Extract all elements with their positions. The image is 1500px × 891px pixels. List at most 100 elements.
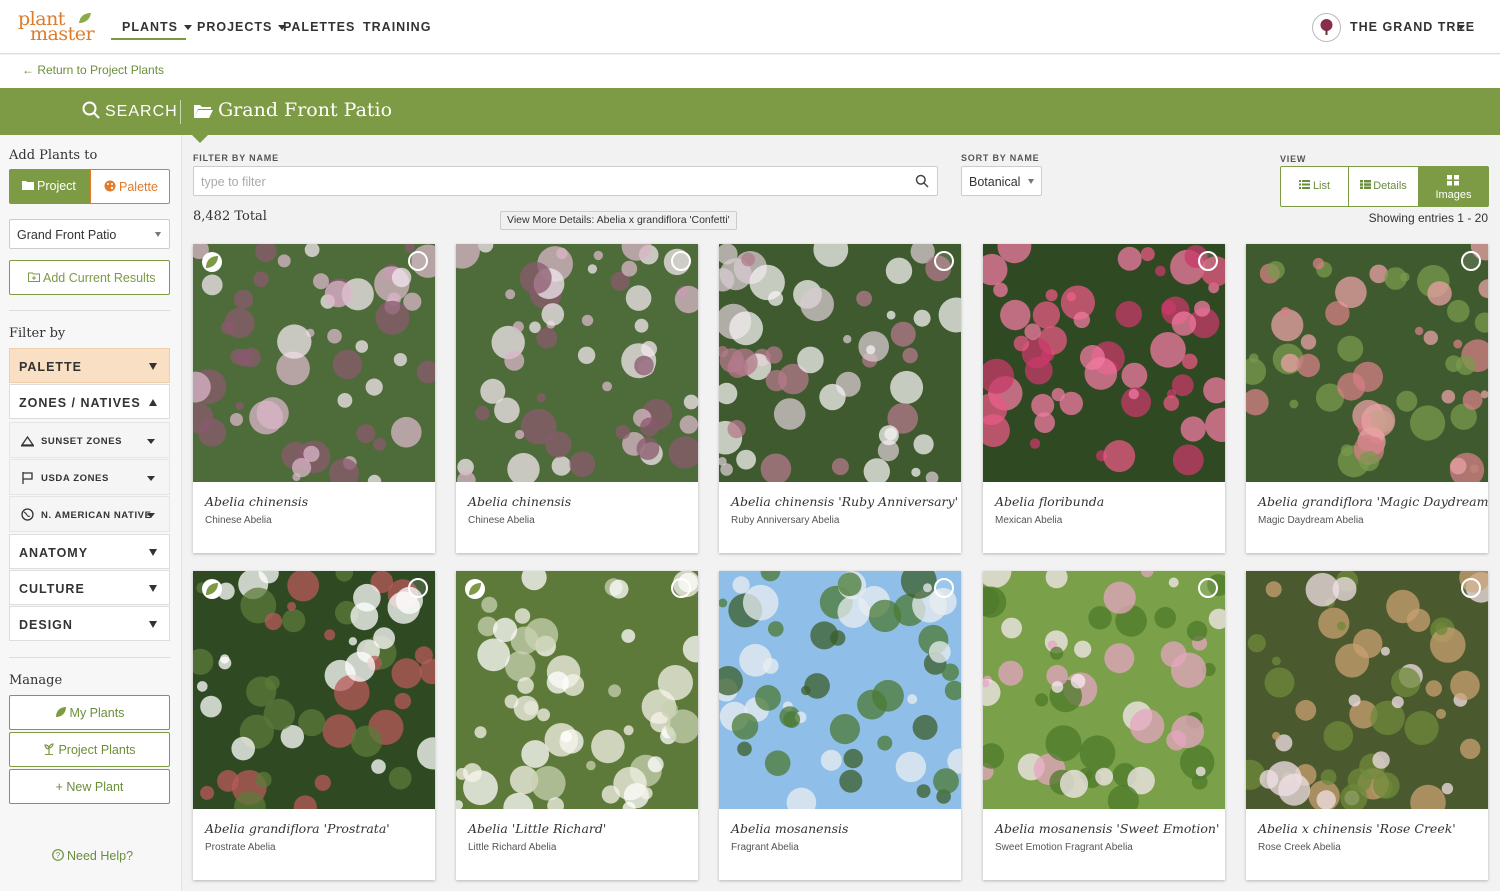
plant-common-name: Chinese Abelia [468,515,535,526]
avatar [1312,13,1341,42]
filter-culture[interactable]: CULTURE [9,570,170,605]
add-current-results-button[interactable]: Add Current Results [9,260,170,295]
select-checkbox[interactable] [1198,251,1218,271]
view-label: VIEW [1280,154,1307,164]
select-checkbox[interactable] [934,578,954,598]
entries-count: Showing entries 1 - 20 [1368,211,1488,225]
plant-card[interactable]: Abelia mosanensis 'Sweet Emotion' Sweet E… [983,571,1225,880]
sort-select[interactable]: Botanical [961,166,1042,196]
plant-botanical-name: Abelia x chinensis 'Rose Creek' [1258,821,1456,836]
nav-palettes[interactable]: PALETTES [283,20,355,34]
tree-logo-icon [1320,19,1333,35]
nav-palettes-label: PALETTES [283,20,356,34]
usda-zones-label: USDA ZONES [41,473,109,484]
plant-photo[interactable] [456,244,698,482]
add-to-palette-button[interactable]: Palette [90,169,170,204]
filter-design-label: DESIGN [19,618,73,632]
view-details-button[interactable]: Details [1349,167,1419,206]
my-plants-button[interactable]: My Plants [9,695,170,730]
plant-common-name: Chinese Abelia [205,515,272,526]
plant-photo[interactable] [719,571,961,809]
return-to-project-plants-link[interactable]: ← Return to Project Plants [22,63,164,77]
plant-card[interactable]: Abelia chinensis 'Ruby Anniversary' Ruby … [719,244,961,553]
plant-common-name: Fragrant Abelia [731,842,799,853]
filter-by-name-input[interactable]: type to filter [193,166,938,196]
select-checkbox[interactable] [408,578,428,598]
select-checkbox[interactable] [671,578,691,598]
filter-anatomy[interactable]: ANATOMY [9,534,170,569]
select-caret-icon [1028,179,1034,184]
plant-photo[interactable] [193,244,435,482]
plant-photo[interactable] [983,571,1225,809]
plantmaster-logo[interactable]: plant master [18,10,98,46]
plant-card[interactable]: Abelia grandiflora 'Prostrata' Prostrate … [193,571,435,880]
plant-botanical-name: Abelia floribunda [995,494,1105,509]
return-bar: ← Return to Project Plants [0,55,1500,88]
chevron-down-icon [147,439,155,444]
add-to-project-button[interactable]: Project [9,169,90,204]
project-plants-button[interactable]: Project Plants [9,732,170,767]
native-leaf-icon [202,252,222,272]
project-btn-label: Project [37,179,76,193]
search-icon[interactable] [915,174,929,188]
sidebar-divider [9,310,170,311]
plant-botanical-name: Abelia grandiflora 'Prostrata' [205,821,390,836]
filter-culture-label: CULTURE [19,582,85,596]
svg-text:?: ? [56,851,61,860]
new-plant-button[interactable]: + New Plant [9,769,170,804]
plant-card[interactable]: Abelia floribunda Mexican Abelia [983,244,1225,553]
plant-card[interactable]: Abelia x chinensis 'Rose Creek' Rose Cree… [1246,571,1488,880]
select-checkbox[interactable] [1461,578,1481,598]
folder-icon [22,181,34,190]
triangle-down-icon [149,363,157,370]
select-checkbox[interactable] [934,251,954,271]
view-list-button[interactable]: List [1281,167,1349,206]
plant-card[interactable]: Abelia grandiflora 'Magic Daydream' Magic… [1246,244,1488,553]
plant-card[interactable]: Abelia chinensis Chinese Abelia [193,244,435,553]
globe-icon [21,508,34,521]
search-button[interactable]: SEARCH [82,101,178,121]
plant-photo[interactable] [719,244,961,482]
filter-design[interactable]: DESIGN [9,606,170,641]
triangle-down-icon [149,585,157,592]
need-help-label: Need Help? [67,849,134,863]
plant-photo[interactable] [1246,244,1488,482]
search-icon [82,101,100,119]
filter-usda-zones[interactable]: USDA ZONES [9,459,170,495]
native-leaf-icon [202,579,222,599]
plant-card[interactable]: Abelia chinensis Chinese Abelia [456,244,698,553]
filter-sunset-zones[interactable]: SUNSET ZONES [9,422,170,458]
project-select[interactable]: Grand Front Patio [9,219,170,249]
filter-zones-natives[interactable]: ZONES / NATIVES [9,384,170,419]
select-checkbox[interactable] [671,251,691,271]
plant-photo[interactable] [1246,571,1488,809]
plant-card[interactable]: Abelia mosanensis Fragrant Abelia [719,571,961,880]
nav-training[interactable]: TRAINING [363,20,431,34]
plant-common-name: Magic Daydream Abelia [1258,515,1364,526]
grid-icon [1447,175,1459,186]
filter-anatomy-label: ANATOMY [19,546,89,560]
logo-text-master: master [30,23,95,45]
plant-photo[interactable] [193,571,435,809]
plant-photo[interactable] [983,244,1225,482]
plant-card[interactable]: Abelia 'Little Richard' Little Richard Ab… [456,571,698,880]
need-help-link[interactable]: ? Need Help? [52,849,133,863]
filter-n-american-native[interactable]: N. AMERICAN NATIVE [9,496,170,532]
filter-palette[interactable]: PALETTE [9,348,170,383]
view-images-button[interactable]: Images [1419,167,1488,206]
plant-botanical-name: Abelia 'Little Richard' [468,821,607,836]
question-circle-icon: ? [52,849,64,861]
select-checkbox[interactable] [1198,578,1218,598]
th-list-icon [1360,180,1372,189]
nav-active-underline [111,38,186,40]
flag-icon [22,472,33,484]
select-checkbox[interactable] [408,251,428,271]
nav-plants[interactable]: PLANTS [122,20,192,34]
chevron-down-icon [184,25,192,31]
select-checkbox[interactable] [1461,251,1481,271]
add-current-results-label: Add Current Results [43,271,156,285]
n-american-native-label: N. AMERICAN NATIVE [41,510,152,521]
selected-project-value: Grand Front Patio [17,228,117,242]
plant-photo[interactable] [456,571,698,809]
nav-projects[interactable]: PROJECTS [197,20,287,34]
